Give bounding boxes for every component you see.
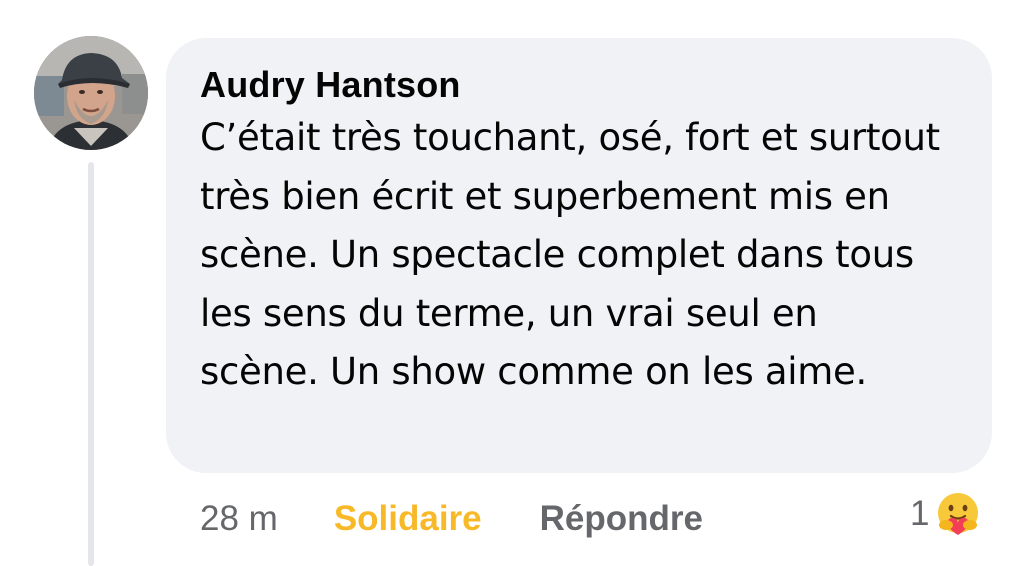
care-hug-emoji-icon (935, 491, 982, 537)
author-name[interactable]: Audry Hantson (200, 64, 962, 106)
timestamp[interactable]: 28 m (200, 499, 278, 539)
reply-button[interactable]: Répondre (540, 499, 703, 539)
reaction-button[interactable]: Solidaire (334, 499, 482, 539)
reaction-summary[interactable]: 1 (910, 486, 983, 542)
comment-text: C’était très touchant, osé, fort et surt… (200, 116, 940, 393)
thread-line (88, 162, 94, 566)
reaction-count: 1 (910, 494, 930, 533)
comment-view: Audry Hantson C’était très touchant, osé… (0, 0, 1024, 566)
comment-actions: 28 m Solidaire Répondre (200, 494, 703, 544)
comment-bubble: Audry Hantson C’était très touchant, osé… (166, 38, 992, 473)
avatar-image (34, 36, 148, 150)
avatar[interactable] (34, 36, 148, 150)
